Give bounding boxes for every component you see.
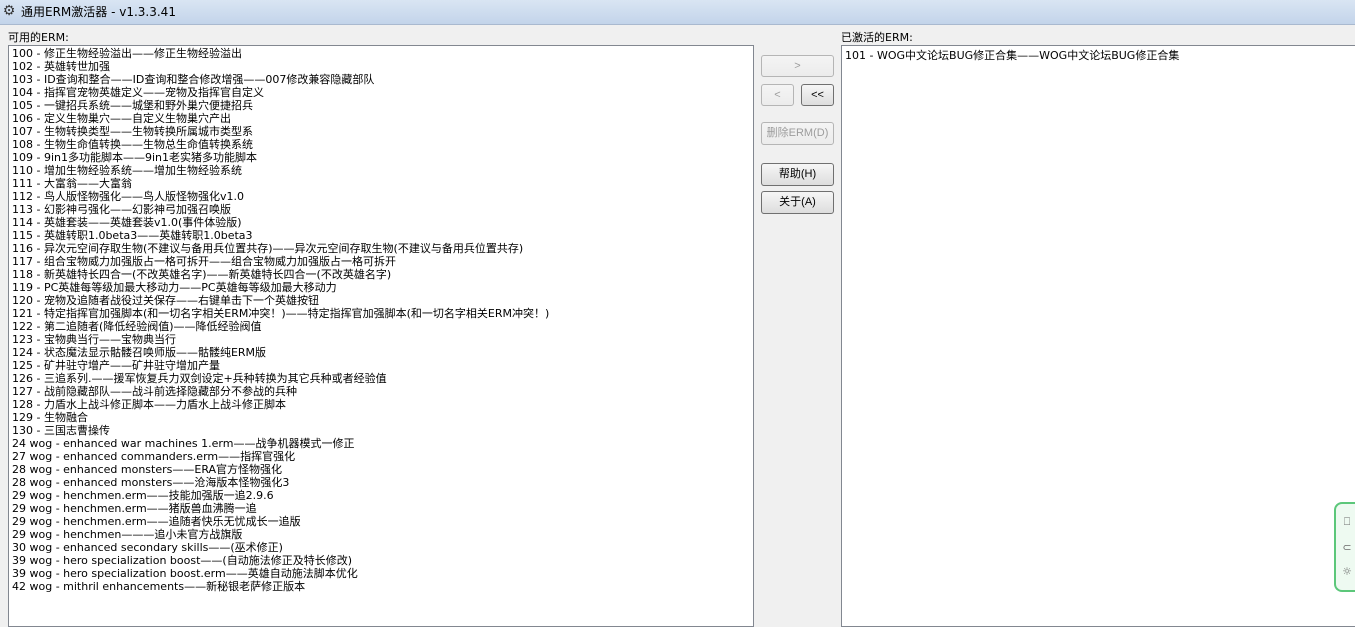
- list-item[interactable]: 110 - 增加生物经验系统——增加生物经验系统: [12, 164, 549, 177]
- list-item[interactable]: 116 - 异次元空间存取生物(不建议与备用兵位置共存)——异次元空间存取生物(…: [12, 242, 549, 255]
- list-item[interactable]: 29 wog - henchmen.erm——技能加强版一追2.9.6: [12, 489, 549, 502]
- about-button[interactable]: 关于(A): [761, 191, 834, 214]
- list-item[interactable]: 29 wog - henchmen.erm——追随者快乐无忧成长一追版: [12, 515, 549, 528]
- list-item[interactable]: 129 - 生物融合: [12, 411, 549, 424]
- remove-button[interactable]: <: [761, 84, 794, 106]
- list-item[interactable]: 121 - 特定指挥官加强脚本(和一切名字相关ERM冲突！)——特定指挥官加强脚…: [12, 307, 549, 320]
- list-item[interactable]: 30 wog - enhanced secondary skills——(巫术修…: [12, 541, 549, 554]
- list-item[interactable]: 112 - 鸟人版怪物强化——鸟人版怪物强化v1.0: [12, 190, 549, 203]
- list-item[interactable]: 125 - 矿井驻守增产——矿井驻守增加产量: [12, 359, 549, 372]
- help-button[interactable]: 帮助(H): [761, 163, 834, 186]
- list-item[interactable]: 122 - 第二追随者(降低经验阀值)——降低经验阀值: [12, 320, 549, 333]
- available-erm-label: 可用的ERM:: [8, 31, 69, 44]
- list-item[interactable]: 101 - WOG中文论坛BUG修正合集——WOG中文论坛BUG修正合集: [845, 49, 1179, 62]
- list-item[interactable]: 42 wog - mithril enhancements——新秘银老萨修正版本: [12, 580, 549, 593]
- list-item[interactable]: 115 - 英雄转职1.0beta3——英雄转职1.0beta3: [12, 229, 549, 242]
- available-erm-items: 100 - 修正生物经验溢出——修正生物经验溢出 102 - 英雄转世加强 103 …: [12, 47, 549, 593]
- window-icon[interactable]: ⎕: [1340, 516, 1354, 528]
- list-item[interactable]: 128 - 力盾水上战斗修正脚本——力盾水上战斗修正脚本: [12, 398, 549, 411]
- list-item[interactable]: 124 - 状态魔法显示骷髅召唤师版——骷髅纯ERM版: [12, 346, 549, 359]
- list-item[interactable]: 102 - 英雄转世加强: [12, 60, 549, 73]
- activated-erm-list[interactable]: 101 - WOG中文论坛BUG修正合集——WOG中文论坛BUG修正合集: [841, 45, 1355, 627]
- list-item[interactable]: 27 wog - enhanced commanders.erm——指挥官强化: [12, 450, 549, 463]
- list-item[interactable]: 130 - 三国志曹操传: [12, 424, 549, 437]
- list-item[interactable]: 123 - 宝物典当行——宝物典当行: [12, 333, 549, 346]
- title-bar: ⚙ 通用ERM激活器 - v1.3.3.41: [0, 0, 1355, 25]
- list-item[interactable]: 100 - 修正生物经验溢出——修正生物经验溢出: [12, 47, 549, 60]
- list-item[interactable]: 127 - 战前隐藏部队——战斗前选择隐藏部分不参战的兵种: [12, 385, 549, 398]
- list-item[interactable]: 39 wog - hero specialization boost.erm——…: [12, 567, 549, 580]
- list-item[interactable]: 106 - 定义生物巢穴——自定义生物巢穴产出: [12, 112, 549, 125]
- list-item[interactable]: 28 wog - enhanced monsters——ERA官方怪物强化: [12, 463, 549, 476]
- remove-all-button[interactable]: <<: [801, 84, 834, 106]
- list-item[interactable]: 28 wog - enhanced monsters——沧海版本怪物强化3: [12, 476, 549, 489]
- gear-icon: ⚙: [2, 3, 16, 19]
- list-item[interactable]: 104 - 指挥官宠物英雄定义——宠物及指挥官自定义: [12, 86, 549, 99]
- list-item[interactable]: 108 - 生物生命值转换——生物总生命值转换系统: [12, 138, 549, 151]
- settings-icon[interactable]: ☼: [1340, 566, 1354, 578]
- list-item[interactable]: 111 - 大富翁——大富翁: [12, 177, 549, 190]
- list-item[interactable]: 29 wog - henchmen.erm——猪版兽血沸腾一追: [12, 502, 549, 515]
- activated-erm-items: 101 - WOG中文论坛BUG修正合集——WOG中文论坛BUG修正合集: [845, 49, 1179, 62]
- list-item[interactable]: 120 - 宠物及追随者战役过关保存——右键单击下一个英雄按钮: [12, 294, 549, 307]
- list-item[interactable]: 117 - 组合宝物威力加强版占一格可拆开——组合宝物威力加强版占一格可拆开: [12, 255, 549, 268]
- list-item[interactable]: 126 - 三追系列.——援军恢复兵力双剑设定+兵种转换为其它兵种或者经验值: [12, 372, 549, 385]
- delete-erm-button[interactable]: 删除ERM(D): [761, 122, 834, 145]
- list-item[interactable]: 103 - ID查询和整合——ID查询和整合修改增强——007修改兼容隐藏部队: [12, 73, 549, 86]
- list-item[interactable]: 118 - 新英雄特长四合一(不改英雄名字)——新英雄特长四合一(不改英雄名字): [12, 268, 549, 281]
- list-item[interactable]: 24 wog - enhanced war machines 1.erm——战争…: [12, 437, 549, 450]
- list-item[interactable]: 105 - 一键招兵系统——城堡和野外巢穴便捷招兵: [12, 99, 549, 112]
- list-item[interactable]: 113 - 幻影神弓强化——幻影神弓加强召唤版: [12, 203, 549, 216]
- list-item[interactable]: 107 - 生物转换类型——生物转换所属城市类型系: [12, 125, 549, 138]
- floating-side-widget[interactable]: ⎕ ⊂ ☼: [1334, 502, 1355, 592]
- add-button[interactable]: >: [761, 55, 834, 77]
- activated-erm-label: 已激活的ERM:: [841, 31, 913, 44]
- window-title: 通用ERM激活器 - v1.3.3.41: [21, 5, 176, 19]
- list-item[interactable]: 29 wog - henchmen———追小未官方战旗版: [12, 528, 549, 541]
- list-item[interactable]: 119 - PC英雄每等级加最大移动力——PC英雄每等级加最大移动力: [12, 281, 549, 294]
- list-item[interactable]: 39 wog - hero specialization boost——(自动施…: [12, 554, 549, 567]
- list-item[interactable]: 114 - 英雄套装——英雄套装v1.0(事件体验版): [12, 216, 549, 229]
- list-item[interactable]: 109 - 9in1多功能脚本——9in1老实猪多功能脚本: [12, 151, 549, 164]
- available-erm-list[interactable]: 100 - 修正生物经验溢出——修正生物经验溢出 102 - 英雄转世加强 103 …: [8, 45, 754, 627]
- link-icon[interactable]: ⊂: [1340, 542, 1354, 554]
